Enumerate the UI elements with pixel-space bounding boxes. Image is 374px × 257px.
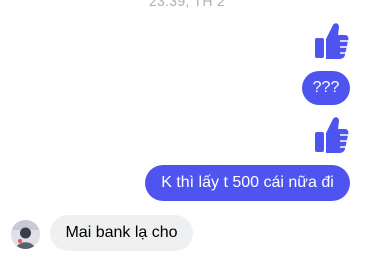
contact-avatar[interactable] [11, 220, 40, 249]
thumbs-up-icon [315, 23, 349, 59]
like-message-2[interactable] [315, 116, 349, 154]
message-bubble-incoming[interactable]: Mai bank lạ cho [50, 215, 193, 251]
message-bubble-outgoing[interactable]: K thì lấy t 500 cái nữa đi [145, 165, 350, 201]
avatar-photo [11, 220, 40, 249]
message-text: K thì lấy t 500 cái nữa đi [161, 174, 334, 191]
like-message-1[interactable] [315, 22, 349, 60]
message-text: Mai bank lạ cho [65, 224, 178, 241]
thumbs-up-icon [315, 117, 349, 153]
message-bubble-outgoing[interactable]: ??? [302, 71, 350, 105]
chat-timestamp: 23:39, TH 2 [148, 0, 226, 9]
message-text: ??? [312, 79, 340, 96]
